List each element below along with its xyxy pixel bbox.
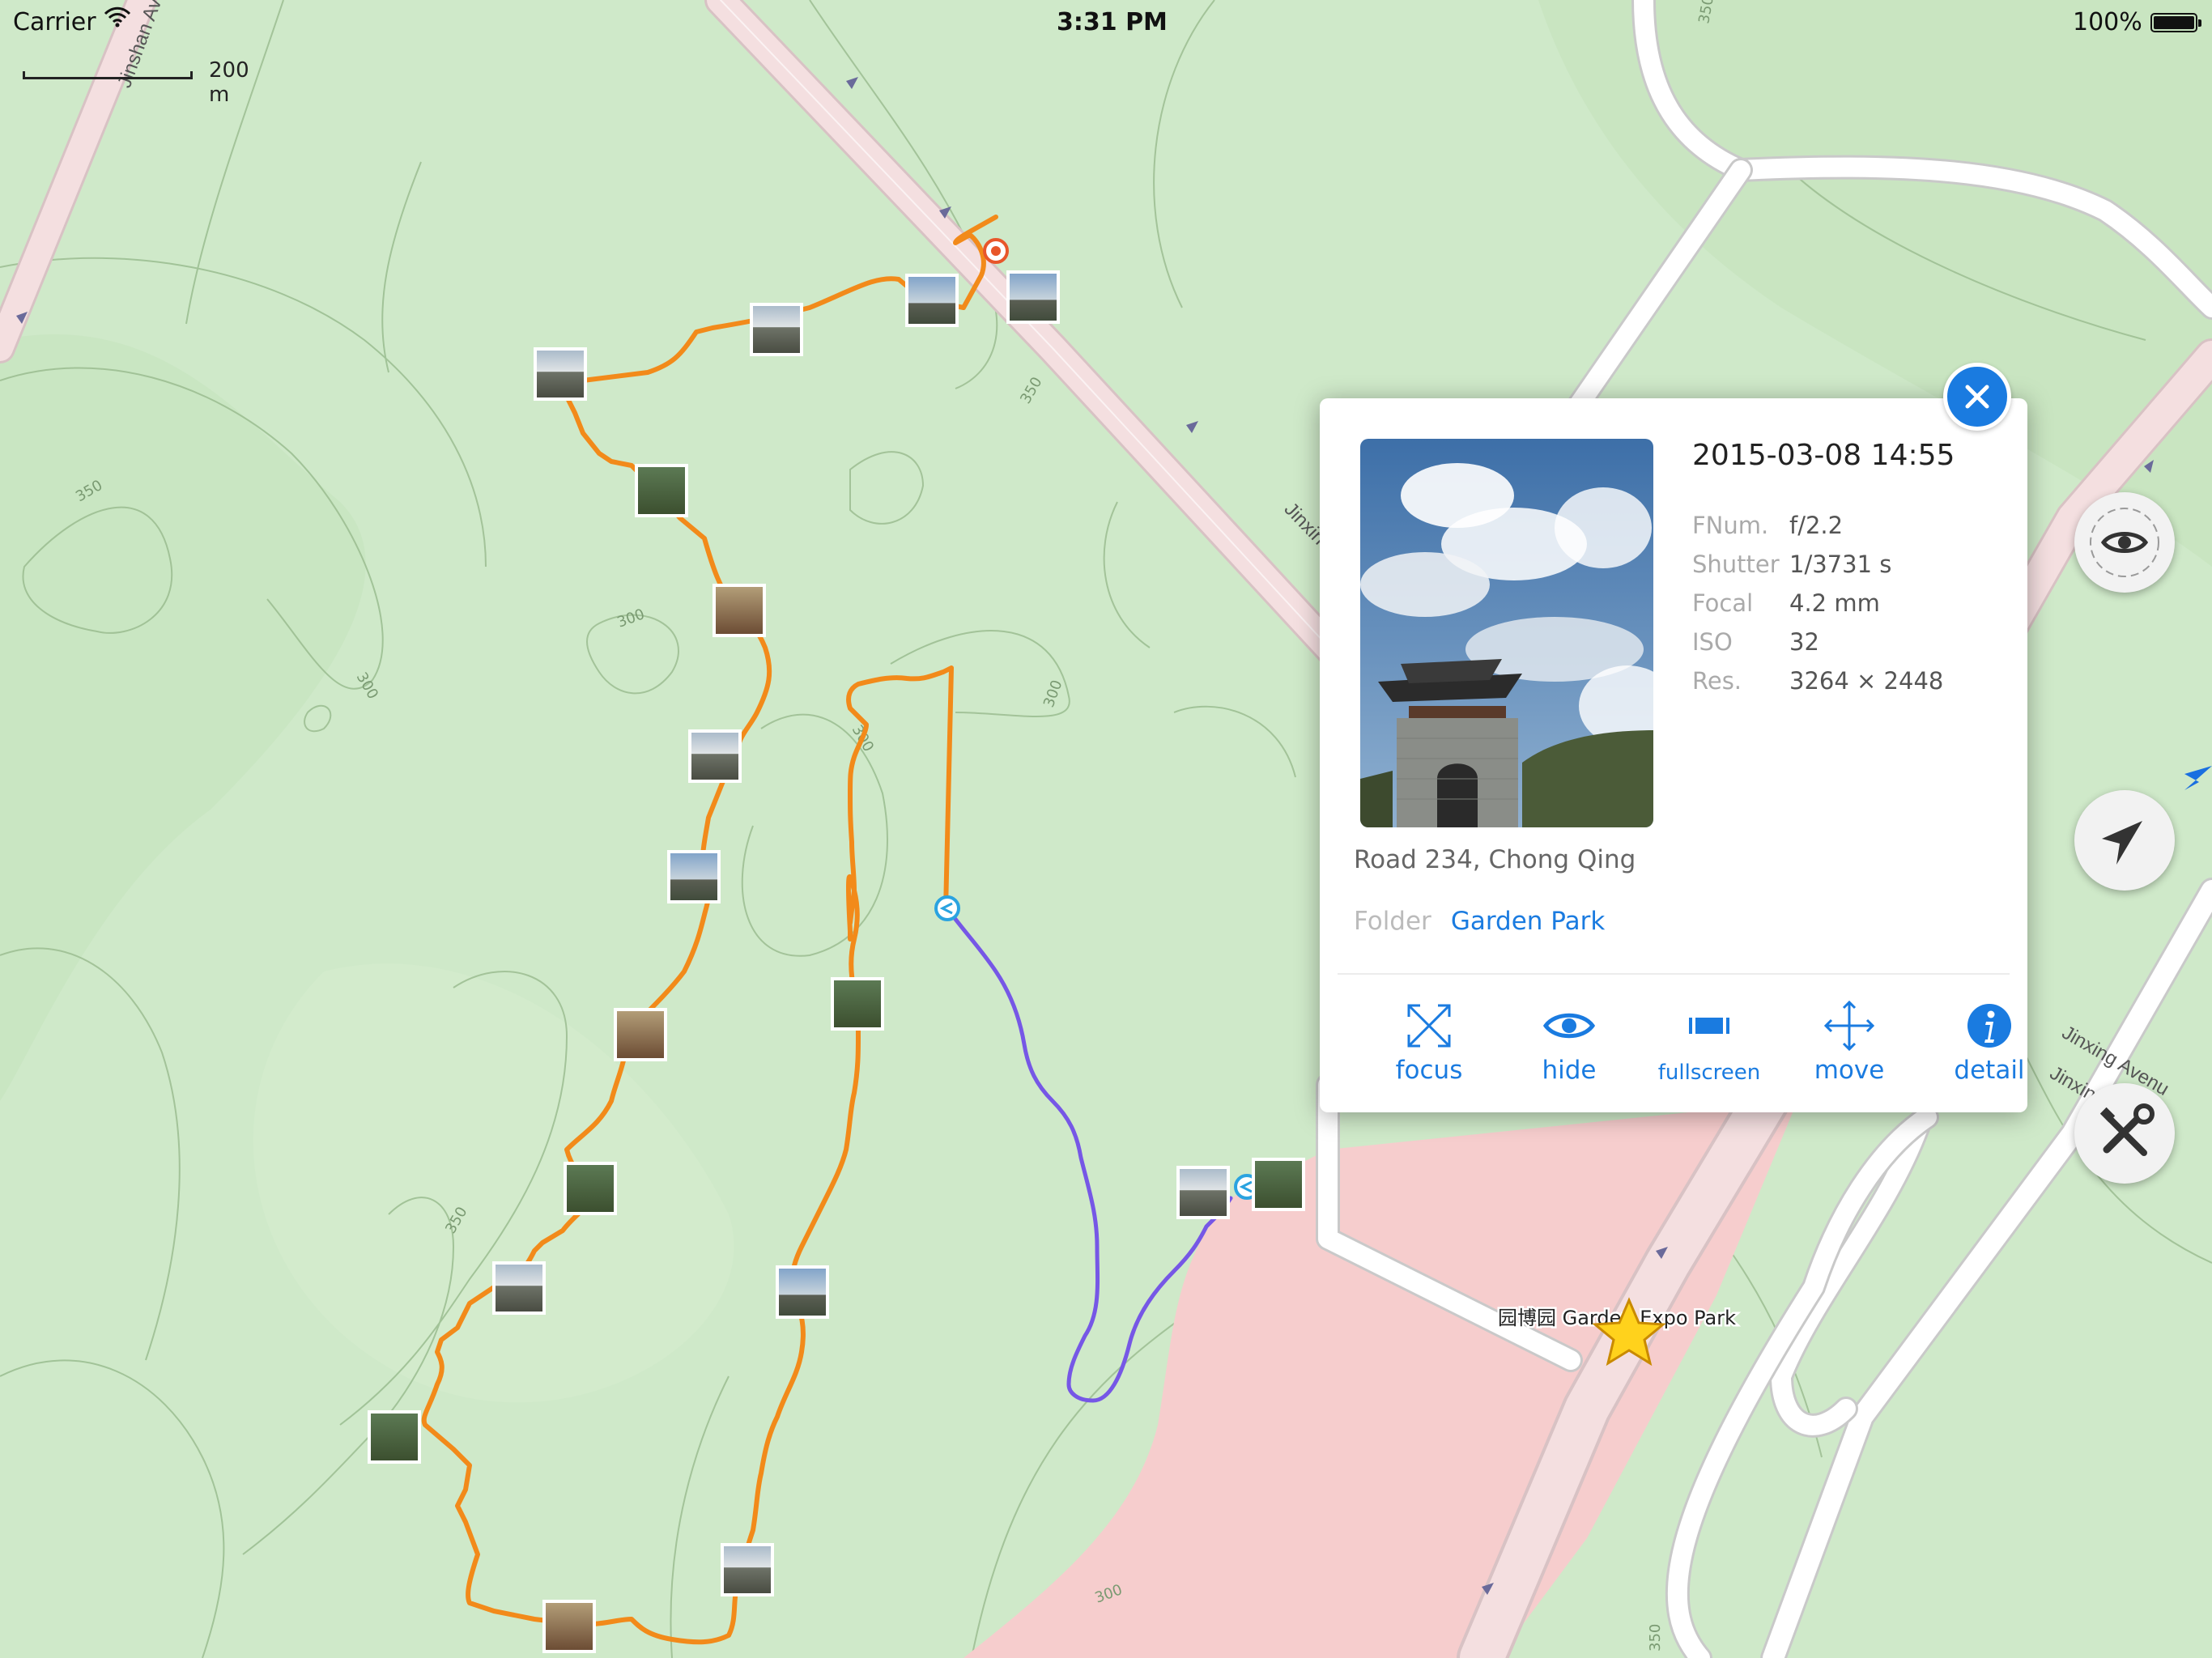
folder-link[interactable]: Garden Park bbox=[1451, 907, 1605, 936]
exif-row: ISO 32 bbox=[1692, 628, 1943, 667]
tools-button[interactable] bbox=[2074, 1083, 2175, 1184]
hide-button[interactable]: hide bbox=[1504, 997, 1634, 1085]
move-button[interactable]: move bbox=[1784, 997, 1914, 1085]
focus-button[interactable]: focus bbox=[1364, 997, 1494, 1085]
photo-marker bbox=[1176, 1166, 1230, 1219]
photo-marker bbox=[776, 1265, 829, 1319]
photo-address: Road 234, Chong Qing bbox=[1354, 845, 1636, 874]
photo-marker bbox=[635, 464, 688, 517]
fullscreen-button[interactable]: fullscreen bbox=[1644, 997, 1774, 1085]
fullscreen-icon bbox=[1689, 1018, 1729, 1034]
exif-value: 3264 × 2448 bbox=[1789, 667, 1944, 695]
exif-row: Shutter 1/3731 s bbox=[1692, 551, 1943, 589]
photo-marker bbox=[667, 850, 721, 903]
move-label: move bbox=[1814, 1056, 1885, 1085]
detail-label: detail bbox=[1954, 1056, 2025, 1085]
detail-button[interactable]: detail bbox=[1925, 997, 2054, 1085]
exif-row: Res. 3264 × 2448 bbox=[1692, 667, 1943, 706]
battery-icon bbox=[2150, 13, 2201, 32]
photo-marker bbox=[1006, 270, 1060, 324]
battery-percent: 100% bbox=[2073, 8, 2142, 36]
photo-marker bbox=[1252, 1158, 1305, 1211]
photo-thumbnail[interactable] bbox=[1360, 439, 1653, 827]
exif-value: f/2.2 bbox=[1789, 512, 1844, 539]
carrier-label: Carrier bbox=[13, 8, 96, 36]
photo-marker bbox=[713, 584, 766, 637]
info-icon bbox=[1967, 1004, 2011, 1048]
exif-row: Focal 4.2 mm bbox=[1692, 589, 1943, 628]
photo-marker bbox=[905, 274, 959, 327]
photo-date: 2015-03-08 14:55 bbox=[1692, 439, 1955, 472]
photo-marker bbox=[542, 1600, 596, 1653]
folder-key: Folder bbox=[1354, 907, 1431, 936]
eye-icon bbox=[1542, 1013, 1596, 1039]
my-location-button[interactable] bbox=[2074, 790, 2175, 891]
track-start-marker bbox=[934, 895, 960, 921]
exif-key: FNum. bbox=[1692, 512, 1769, 539]
visibility-button[interactable] bbox=[2074, 492, 2175, 593]
photo-marker bbox=[368, 1410, 421, 1464]
tools-icon bbox=[2099, 1103, 2155, 1156]
exif-key: Focal bbox=[1692, 589, 1754, 617]
eye-icon bbox=[2090, 508, 2159, 577]
hide-label: hide bbox=[1542, 1056, 1597, 1085]
exif-value: 1/3731 s bbox=[1789, 551, 1892, 578]
divider bbox=[1338, 973, 2010, 975]
photo-marker bbox=[831, 977, 884, 1031]
scale-label: 200 m bbox=[209, 58, 249, 107]
exif-key: Shutter bbox=[1692, 551, 1780, 578]
status-bar: Carrier 3:31 PM 100% bbox=[0, 0, 2212, 45]
exif-list: FNum. f/2.2 Shutter 1/3731 s Focal 4.2 mm I… bbox=[1692, 512, 1943, 706]
exif-value: 32 bbox=[1789, 628, 1819, 656]
photo-marker bbox=[492, 1261, 546, 1315]
photo-marker bbox=[721, 1543, 774, 1596]
exif-value: 4.2 mm bbox=[1789, 589, 1880, 617]
location-arrow-icon bbox=[2102, 821, 2142, 865]
contour-label: 350 bbox=[1647, 1624, 1664, 1652]
map-scale-bar: 200 m bbox=[23, 58, 249, 107]
focus-arrows-icon bbox=[1407, 1004, 1451, 1048]
focus-label: focus bbox=[1395, 1056, 1463, 1085]
clock: 3:31 PM bbox=[1057, 8, 1168, 36]
photo-marker bbox=[564, 1162, 617, 1215]
wifi-icon bbox=[104, 6, 131, 33]
close-popup-button[interactable] bbox=[1943, 363, 2011, 431]
popup-actions: focus hide fullscreen move detail bbox=[1320, 997, 2027, 1095]
fullscreen-label: fullscreen bbox=[1657, 1061, 1761, 1085]
photo-info-popup: 2015-03-08 14:55 FNum. f/2.2 Shutter 1/373… bbox=[1320, 398, 2027, 1112]
photo-marker bbox=[534, 347, 587, 401]
photo-marker bbox=[750, 303, 803, 356]
photo-marker bbox=[614, 1008, 667, 1061]
close-icon bbox=[1965, 385, 1989, 409]
exif-key: ISO bbox=[1692, 628, 1733, 656]
exif-key: Res. bbox=[1692, 667, 1742, 695]
move-arrows-icon bbox=[1823, 1000, 1875, 1052]
exif-row: FNum. f/2.2 bbox=[1692, 512, 1943, 551]
photo-folder: Folder Garden Park bbox=[1354, 907, 1605, 936]
photo-marker bbox=[688, 729, 742, 783]
